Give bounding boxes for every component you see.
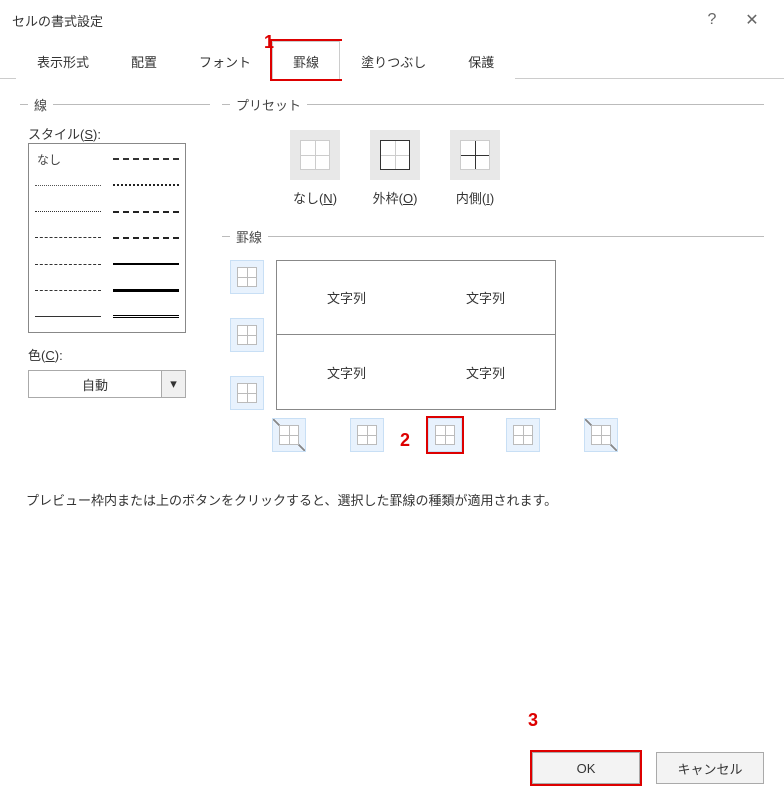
preset-outline-button[interactable] [370,130,420,180]
close-button[interactable]: ✕ [732,10,772,30]
color-combo[interactable]: 自動 ▾ [28,370,186,398]
border-diag-up-button[interactable] [272,418,306,452]
preset-none-button[interactable] [290,130,340,180]
chevron-down-icon[interactable]: ▾ [162,370,186,398]
style-item[interactable] [113,179,179,191]
preset-inside-button[interactable] [450,130,500,180]
color-value: 自動 [28,370,162,398]
preset-outline-label: 外枠(O) [373,188,418,207]
style-label: スタイル(S): [28,124,202,143]
tab-border[interactable]: 罫線 [272,41,340,79]
border-right-button[interactable] [506,418,540,452]
border-vmid-button[interactable] [428,418,462,452]
style-none[interactable]: なし [35,151,61,168]
preset-none-label: なし(N) [293,188,337,207]
tab-bar: 表示形式 配置 フォント 罫線 塗りつぶし 保護 [0,40,784,79]
style-item[interactable] [35,206,101,218]
style-item[interactable] [35,285,101,297]
preview-cell: 文字列 [416,335,555,409]
preview-cell: 文字列 [416,261,555,335]
border-preview[interactable]: 文字列 文字列 文字列 文字列 [276,260,556,410]
line-group-label: 線 [28,95,53,114]
note-text: プレビュー枠内または上のボタンをクリックすると、選択した罫線の種類が適用されます… [20,472,764,513]
preview-cell: 文字列 [277,261,416,335]
style-item[interactable] [35,258,101,270]
tab-display[interactable]: 表示形式 [16,41,110,79]
style-list[interactable]: なし [28,143,186,333]
tab-protect[interactable]: 保護 [447,41,515,79]
style-item[interactable] [113,153,179,165]
titlebar: セルの書式設定 ? ✕ [0,0,784,40]
style-item[interactable] [35,179,101,191]
cancel-button[interactable]: キャンセル [656,752,764,784]
ok-button[interactable]: OK [532,752,640,784]
style-item[interactable] [113,285,179,297]
preview-cell: 文字列 [277,335,416,409]
style-item[interactable] [113,258,179,270]
style-item[interactable] [113,206,179,218]
border-group-label: 罫線 [230,227,268,246]
border-left-button[interactable] [350,418,384,452]
preset-inside-label: 内側(I) [456,188,494,207]
border-diag-down-button[interactable] [584,418,618,452]
style-item[interactable] [113,311,179,323]
preset-group: プリセット なし(N) 外枠(O) [222,95,764,215]
border-top-button[interactable] [230,260,264,294]
window-title: セルの書式設定 [12,11,103,30]
tab-fill[interactable]: 塗りつぶし [340,41,447,79]
line-group: 線 スタイル(S): なし [20,95,210,406]
tab-align[interactable]: 配置 [110,41,178,79]
color-label: 色(C): [28,345,202,364]
border-group: 罫線 文字列 文字列 文字列 文字列 [222,227,764,460]
tab-font[interactable]: フォント [178,41,272,79]
preset-group-label: プリセット [230,95,307,114]
style-item[interactable] [35,311,101,323]
annotation-3: 3 [528,710,538,731]
style-item[interactable] [35,232,101,244]
border-hmid-button[interactable] [230,318,264,352]
help-button[interactable]: ? [692,11,732,29]
style-item[interactable] [113,232,179,244]
border-bottom-button[interactable] [230,376,264,410]
